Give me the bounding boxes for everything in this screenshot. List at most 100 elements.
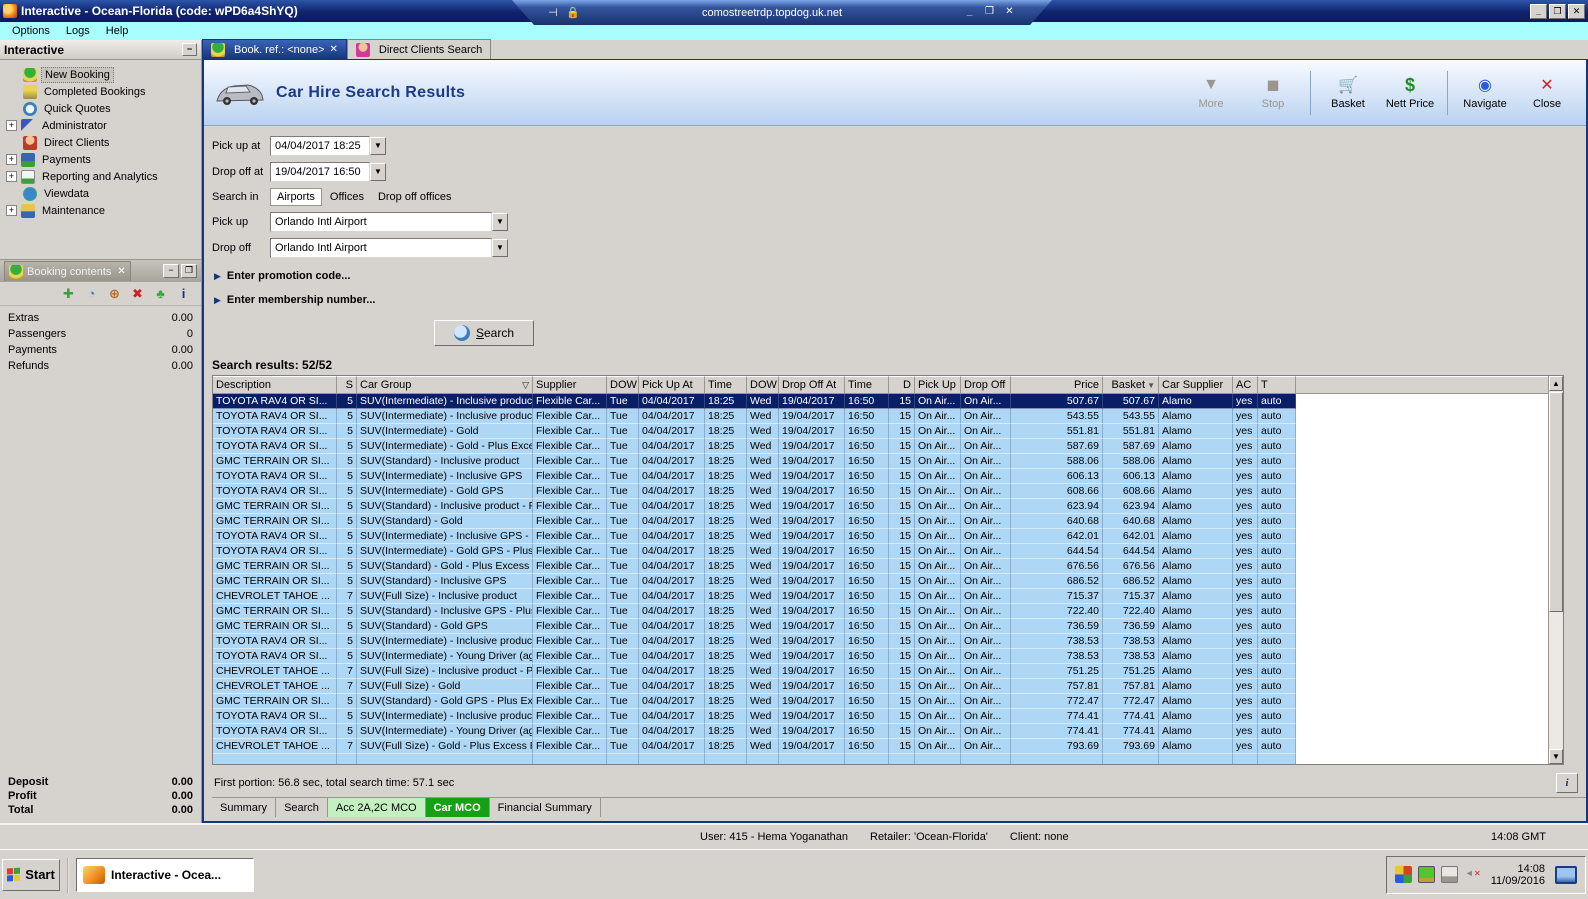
table-row[interactable]: TOYOTA RAV4 OR SI... 5 SUV(Intermediate) -… bbox=[213, 529, 1548, 544]
panel-maximize-button[interactable]: ❐ bbox=[181, 264, 197, 278]
pickup-at-field[interactable]: 04/04/2017 18:25 bbox=[270, 136, 370, 156]
sidebar-item-administrator[interactable]: + Administrator bbox=[0, 117, 201, 134]
column-header-drop-off-at[interactable]: Drop Off At bbox=[779, 376, 845, 394]
window-restore-button[interactable]: ❐ bbox=[1549, 3, 1566, 19]
table-row[interactable]: GMC TERRAIN OR SI... 5 SUV(Standard) - Gol… bbox=[213, 619, 1548, 634]
column-header-pick-up-at[interactable]: Pick Up At bbox=[639, 376, 705, 394]
table-row[interactable]: GMC TERRAIN OR SI... 5 SUV(Standard) - Inc… bbox=[213, 574, 1548, 589]
basket-button[interactable]: 🛒 Basket bbox=[1319, 68, 1377, 118]
table-row[interactable]: TOYOTA RAV4 OR SI... 5 SUV(Intermediate) -… bbox=[213, 394, 1548, 409]
bottom-tab-acc-2a-2c-mco[interactable]: Acc 2A,2C MCO bbox=[327, 798, 426, 817]
promotion-code-link[interactable]: ▶ Enter promotion code... bbox=[214, 270, 1586, 282]
table-row[interactable]: TOYOTA RAV4 OR SI... 5 SUV(Intermediate) -… bbox=[213, 649, 1548, 664]
expand-icon[interactable]: + bbox=[6, 171, 17, 182]
rdp-minimize-button[interactable]: _ bbox=[961, 5, 978, 20]
dropoff-combo[interactable]: Orlando Intl Airport bbox=[270, 238, 492, 258]
taskbar-task-interactive[interactable]: Interactive - Ocea... bbox=[76, 857, 254, 892]
column-header-ac[interactable]: AC bbox=[1233, 376, 1258, 394]
sidebar-item-quick-quotes[interactable]: Quick Quotes bbox=[0, 100, 201, 117]
table-row[interactable]: TOYOTA RAV4 OR SI... 5 SUV(Intermediate) -… bbox=[213, 409, 1548, 424]
table-row[interactable]: TOYOTA RAV4 OR SI... 5 SUV(Intermediate) -… bbox=[213, 544, 1548, 559]
dropoff-at-field[interactable]: 19/04/2017 16:50 bbox=[270, 162, 370, 182]
pin-icon[interactable]: ⊣ bbox=[546, 6, 560, 20]
antivirus-tray-icon[interactable] bbox=[1394, 866, 1412, 883]
scroll-up-icon[interactable]: ▲ bbox=[1549, 376, 1563, 391]
filter-icon[interactable]: ▽ bbox=[522, 377, 529, 393]
panel-minimize-button[interactable]: − bbox=[163, 264, 179, 278]
search-in-airports[interactable]: Airports bbox=[270, 188, 322, 206]
column-header-car-group[interactable]: Car Group ▽ bbox=[357, 376, 533, 394]
bottom-tab-car-mco[interactable]: Car MCO bbox=[425, 798, 490, 817]
table-row-partial[interactable] bbox=[213, 754, 1548, 764]
menu-help[interactable]: Help bbox=[98, 24, 137, 38]
vertical-scrollbar[interactable]: ▲ ▼ bbox=[1548, 376, 1563, 764]
chevron-down-icon[interactable]: ▼ bbox=[492, 239, 508, 257]
column-header-time[interactable]: Time bbox=[705, 376, 747, 394]
info-button[interactable]: i bbox=[1556, 773, 1578, 793]
rdp-restore-button[interactable]: ❐ bbox=[981, 5, 998, 20]
table-row[interactable]: TOYOTA RAV4 OR SI... 5 SUV(Intermediate) -… bbox=[213, 634, 1548, 649]
sidebar-item-reporting-and-analytics[interactable]: + Reporting and Analytics bbox=[0, 168, 201, 185]
search-in-drop-off-offices[interactable]: Drop off offices bbox=[372, 189, 458, 205]
sidebar-item-viewdata[interactable]: Viewdata bbox=[0, 185, 201, 202]
expand-icon[interactable]: + bbox=[6, 120, 17, 131]
table-row[interactable]: TOYOTA RAV4 OR SI... 5 SUV(Intermediate) -… bbox=[213, 484, 1548, 499]
expand-icon[interactable]: + bbox=[6, 154, 17, 165]
table-row[interactable]: GMC TERRAIN OR SI... 5 SUV(Standard) - Gol… bbox=[213, 514, 1548, 529]
table-row[interactable]: GMC TERRAIN OR SI... 5 SUV(Standard) - Inc… bbox=[213, 454, 1548, 469]
table-row[interactable]: CHEVROLET TAHOE ... 7 SUV(Full Size) - Gol… bbox=[213, 679, 1548, 694]
search-button[interactable]: Search bbox=[434, 320, 534, 346]
sidebar-item-completed-bookings[interactable]: Completed Bookings bbox=[0, 83, 201, 100]
booking-contents-tab[interactable]: Booking contents ✕ bbox=[4, 261, 131, 281]
window-minimize-button[interactable]: _ bbox=[1530, 3, 1547, 19]
holiday-icon[interactable]: ♣ bbox=[153, 286, 168, 301]
column-header-dow[interactable]: DOW bbox=[747, 376, 779, 394]
table-row[interactable]: CHEVROLET TAHOE ... 7 SUV(Full Size) - Gol… bbox=[213, 739, 1548, 754]
sidebar-collapse-button[interactable]: − bbox=[182, 43, 197, 56]
chevron-down-icon[interactable]: ▼ bbox=[370, 137, 386, 155]
bottom-tab-summary[interactable]: Summary bbox=[212, 798, 277, 817]
start-button[interactable]: Start bbox=[2, 858, 60, 891]
add-icon[interactable]: ✚ bbox=[61, 286, 76, 301]
close-button[interactable]: ✕ Close bbox=[1518, 68, 1576, 118]
table-row[interactable]: GMC TERRAIN OR SI... 5 SUV(Standard) - Gol… bbox=[213, 559, 1548, 574]
chevron-down-icon[interactable]: ▼ bbox=[492, 213, 508, 231]
column-header-supplier[interactable]: Supplier bbox=[533, 376, 607, 394]
column-header-dow[interactable]: DOW bbox=[607, 376, 639, 394]
sidebar-item-new-booking[interactable]: New Booking bbox=[0, 66, 201, 83]
table-row[interactable]: CHEVROLET TAHOE ... 7 SUV(Full Size) - Inc… bbox=[213, 589, 1548, 604]
info-icon[interactable]: i bbox=[176, 286, 191, 301]
sidebar-item-direct-clients[interactable]: Direct Clients bbox=[0, 134, 201, 151]
chevron-down-icon[interactable]: ▼ bbox=[370, 163, 386, 181]
network-computer-icon[interactable] bbox=[1440, 866, 1458, 883]
history-icon[interactable]: ◔ bbox=[84, 286, 99, 301]
navigate-button[interactable]: ◉ Navigate bbox=[1456, 68, 1514, 118]
table-row[interactable]: TOYOTA RAV4 OR SI... 5 SUV(Intermediate) -… bbox=[213, 709, 1548, 724]
scroll-down-icon[interactable]: ▼ bbox=[1549, 749, 1563, 764]
sidebar-item-maintenance[interactable]: + Maintenance bbox=[0, 202, 201, 219]
column-header-basket[interactable]: Basket ▼ bbox=[1103, 376, 1159, 394]
table-row[interactable]: CHEVROLET TAHOE ... 7 SUV(Full Size) - Inc… bbox=[213, 664, 1548, 679]
table-row[interactable]: GMC TERRAIN OR SI... 5 SUV(Standard) - Inc… bbox=[213, 499, 1548, 514]
scrollbar-thumb[interactable] bbox=[1549, 392, 1563, 612]
tab-booking-ref[interactable]: Book. ref.: <none> ✕ bbox=[202, 39, 347, 59]
column-header-drop-off[interactable]: Drop Off bbox=[961, 376, 1011, 394]
expand-icon[interactable]: + bbox=[6, 205, 17, 216]
column-header-time[interactable]: Time bbox=[845, 376, 889, 394]
table-row[interactable]: GMC TERRAIN OR SI... 5 SUV(Standard) - Gol… bbox=[213, 694, 1548, 709]
delete-icon[interactable]: ✖ bbox=[130, 286, 145, 301]
close-icon[interactable]: ✕ bbox=[330, 44, 338, 55]
pickup-combo[interactable]: Orlando Intl Airport bbox=[270, 212, 492, 232]
bottom-tab-search[interactable]: Search bbox=[276, 798, 328, 817]
sidebar-item-payments[interactable]: + Payments bbox=[0, 151, 201, 168]
window-close-button[interactable]: ✕ bbox=[1568, 3, 1585, 19]
menu-options[interactable]: Options bbox=[4, 24, 58, 38]
search-in-offices[interactable]: Offices bbox=[324, 189, 370, 205]
column-header-t[interactable]: T bbox=[1258, 376, 1296, 394]
volume-muted-icon[interactable] bbox=[1463, 866, 1481, 883]
column-header-pick-up[interactable]: Pick Up bbox=[915, 376, 961, 394]
bottom-tab-financial-summary[interactable]: Financial Summary bbox=[490, 798, 601, 817]
column-header-s[interactable]: S bbox=[337, 376, 357, 394]
menu-logs[interactable]: Logs bbox=[58, 24, 98, 38]
column-header-price[interactable]: Price bbox=[1011, 376, 1103, 394]
